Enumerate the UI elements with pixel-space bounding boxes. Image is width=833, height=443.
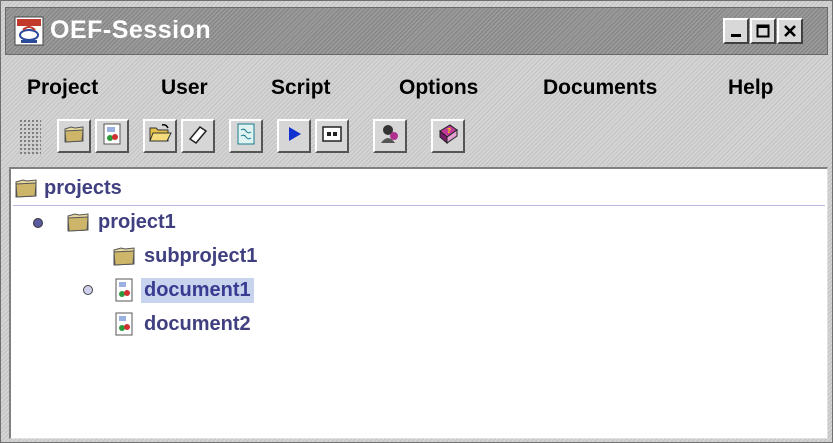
window-title: OEF-Session — [50, 16, 212, 44]
new-document-button[interactable] — [95, 119, 129, 153]
maximize-button[interactable] — [750, 18, 776, 44]
tree-node-project1[interactable]: project1 — [65, 207, 179, 237]
menu-options[interactable]: Options — [399, 76, 478, 100]
console-icon — [320, 122, 344, 151]
expand-handle[interactable] — [83, 285, 93, 295]
menu-project[interactable]: Project — [27, 76, 98, 100]
open-button[interactable] — [143, 119, 177, 153]
tree-node-subproject1[interactable]: subproject1 — [111, 241, 260, 271]
document-icon — [100, 122, 124, 151]
menu-script[interactable]: Script — [271, 76, 331, 100]
tree-node-label: document1 — [141, 277, 254, 303]
console-button[interactable] — [315, 119, 349, 153]
eraser-icon — [186, 122, 210, 151]
erase-button[interactable] — [181, 119, 215, 153]
folder-icon — [13, 175, 39, 201]
svg-text:?: ? — [447, 127, 451, 135]
menu-documents[interactable]: Documents — [543, 76, 657, 100]
folder-icon — [62, 122, 86, 151]
new-project-button[interactable] — [57, 119, 91, 153]
tree-node-document2[interactable]: document2 — [111, 309, 254, 339]
menu-user[interactable]: User — [161, 76, 208, 100]
close-button[interactable] — [777, 18, 803, 44]
menu-help[interactable]: Help — [728, 76, 774, 100]
edit-script-button[interactable] — [229, 119, 263, 153]
folder-icon — [111, 243, 137, 269]
document-icon — [111, 277, 137, 303]
application-window: OEF-Session Project User Script Options … — [0, 0, 833, 443]
toolbar-grip-handle[interactable] — [19, 119, 41, 155]
user-icon — [378, 122, 402, 151]
tree-node-label: subproject1 — [144, 244, 258, 267]
folder-icon — [65, 209, 91, 235]
tree-node-label: projects — [44, 176, 122, 199]
minimize-button[interactable] — [723, 18, 749, 44]
root-separator — [13, 205, 825, 206]
run-button[interactable] — [277, 119, 311, 153]
open-folder-icon — [148, 122, 172, 151]
document-icon — [111, 311, 137, 337]
tree-node-label: project1 — [98, 210, 176, 233]
tree-root-projects[interactable]: projects — [13, 173, 125, 203]
java-app-icon[interactable] — [14, 16, 44, 46]
help-button[interactable]: ? — [431, 119, 465, 153]
tree-node-document1[interactable]: document1 — [111, 275, 254, 305]
menu-bar: Project User Script Options Documents He… — [5, 61, 828, 109]
title-bar[interactable]: OEF-Session — [5, 7, 828, 55]
script-document-icon — [234, 122, 258, 151]
project-tree[interactable]: projects project1 subproject1 document1 … — [9, 167, 828, 439]
play-icon — [282, 122, 306, 151]
expand-handle[interactable] — [33, 218, 43, 228]
toolbar: ? — [7, 113, 827, 161]
help-book-icon: ? — [436, 122, 460, 151]
users-button[interactable] — [373, 119, 407, 153]
tree-node-label: document2 — [144, 312, 251, 335]
